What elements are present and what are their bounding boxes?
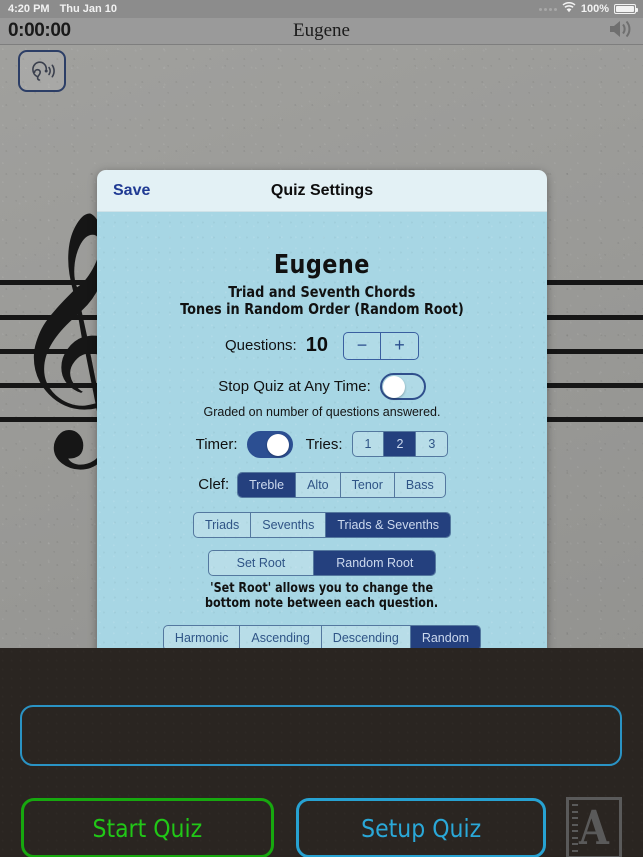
stop-quiz-toggle[interactable] (379, 372, 426, 400)
setup-quiz-button[interactable]: Setup Quiz (296, 798, 546, 857)
answer-input[interactable] (20, 705, 622, 766)
logo-letter: A (579, 800, 609, 856)
clef-option-bass[interactable]: Bass (394, 472, 445, 497)
wifi-icon (562, 1, 576, 16)
nav-bar: 0:00:00 Eugene (0, 18, 643, 45)
chord-type-option-sevenths[interactable]: Sevenths (251, 512, 327, 537)
ear-listen-icon[interactable] (18, 50, 66, 92)
setup-quiz-label: Setup Quiz (361, 813, 481, 843)
order-option-ascending[interactable]: Ascending (240, 626, 322, 651)
questions-stepper[interactable]: − + (342, 331, 419, 360)
timer-label: Timer: (195, 435, 238, 453)
tries-option-3[interactable]: 3 (416, 432, 448, 457)
root-mode-option-random-root[interactable]: Random Root (314, 550, 436, 575)
stop-quiz-note: Graded on number of questions answered. (203, 404, 441, 419)
tries-option-1[interactable]: 1 (352, 432, 385, 457)
chord-type-option-triads-and-sevenths[interactable]: Triads & Sevenths (326, 512, 451, 537)
status-bar-time: 4:20 PM (8, 3, 50, 15)
toggle-knob (383, 376, 406, 399)
start-quiz-button[interactable]: Start Quiz (21, 798, 274, 857)
dialog-header: Save Quiz Settings (97, 170, 547, 212)
root-mode-note-line-1: 'Set Root' allows you to change the (210, 580, 434, 596)
quiz-subtitle-line-2: Tones in Random Order (Random Root) (180, 299, 464, 318)
questions-value: 10 (305, 334, 328, 357)
questions-decrement-button[interactable]: − (343, 332, 381, 359)
clef-label: Clef: (198, 476, 230, 494)
clef-row: Clef: Treble Alto Tenor Bass (198, 471, 446, 498)
chord-type-row: Triads Sevenths Triads & Sevenths (192, 511, 452, 538)
dialog-title: Quiz Settings (270, 181, 374, 199)
quiz-settings-dialog: Save Quiz Settings Eugene Triad and Seve… (97, 170, 547, 686)
tries-segmented-control[interactable]: 1 2 3 (351, 431, 449, 458)
clef-option-treble[interactable]: Treble (238, 472, 297, 497)
questions-label: Questions: (225, 337, 297, 355)
questions-increment-button[interactable]: + (380, 332, 418, 359)
chord-type-segmented-control[interactable]: Triads Sevenths Triads & Sevenths (192, 511, 452, 538)
speaker-volume-icon[interactable] (607, 18, 633, 45)
dialog-body: Eugene Triad and Seventh Chords Tones in… (97, 212, 547, 686)
battery-icon (614, 4, 638, 14)
status-bar-date: Thu Jan 10 (59, 3, 118, 15)
app-logo-icon[interactable]: A (566, 797, 622, 857)
stop-quiz-row: Stop Quiz at Any Time: (218, 372, 426, 400)
battery-percent-label: 100% (580, 3, 609, 15)
status-bar: 4:20 PM Thu Jan 10 100% (0, 0, 643, 18)
tries-option-2[interactable]: 2 (384, 432, 417, 457)
order-option-random[interactable]: Random (410, 626, 481, 651)
stop-quiz-label: Stop Quiz at Any Time: (218, 377, 371, 395)
clef-segmented-control[interactable]: Treble Alto Tenor Bass (237, 471, 446, 498)
app-root: 4:20 PM Thu Jan 10 100% 0:00:00 Eugene 𝄞… (0, 0, 643, 857)
timer-toggle[interactable] (246, 430, 293, 458)
chord-type-option-triads[interactable]: Triads (193, 512, 252, 537)
bottom-control-panel: Start Quiz Setup Quiz A (0, 648, 643, 857)
root-mode-note-line-2: bottom note between each question. (205, 595, 439, 611)
status-bar-right-group: 100% (538, 1, 638, 16)
page-title: Eugene (293, 20, 350, 41)
toggle-knob (267, 434, 290, 457)
order-option-descending[interactable]: Descending (321, 626, 411, 651)
root-mode-row: Set Root Random Root (207, 549, 437, 576)
tries-label: Tries: (305, 435, 343, 453)
timer-tries-row: Timer: Tries: 1 2 3 (195, 430, 449, 458)
order-option-harmonic[interactable]: Harmonic (163, 626, 241, 651)
root-mode-option-set-root[interactable]: Set Root (208, 550, 315, 575)
clef-option-alto[interactable]: Alto (296, 472, 341, 497)
questions-row: Questions: 10 − + (225, 331, 419, 360)
start-quiz-label: Start Quiz (92, 813, 203, 843)
clef-option-tenor[interactable]: Tenor (340, 472, 395, 497)
quiz-subtitle-line-1: Triad and Seventh Chords (228, 283, 416, 301)
quiz-name-heading: Eugene (273, 250, 371, 280)
root-mode-segmented-control[interactable]: Set Root Random Root (207, 549, 437, 576)
signal-dots-icon (538, 7, 557, 11)
